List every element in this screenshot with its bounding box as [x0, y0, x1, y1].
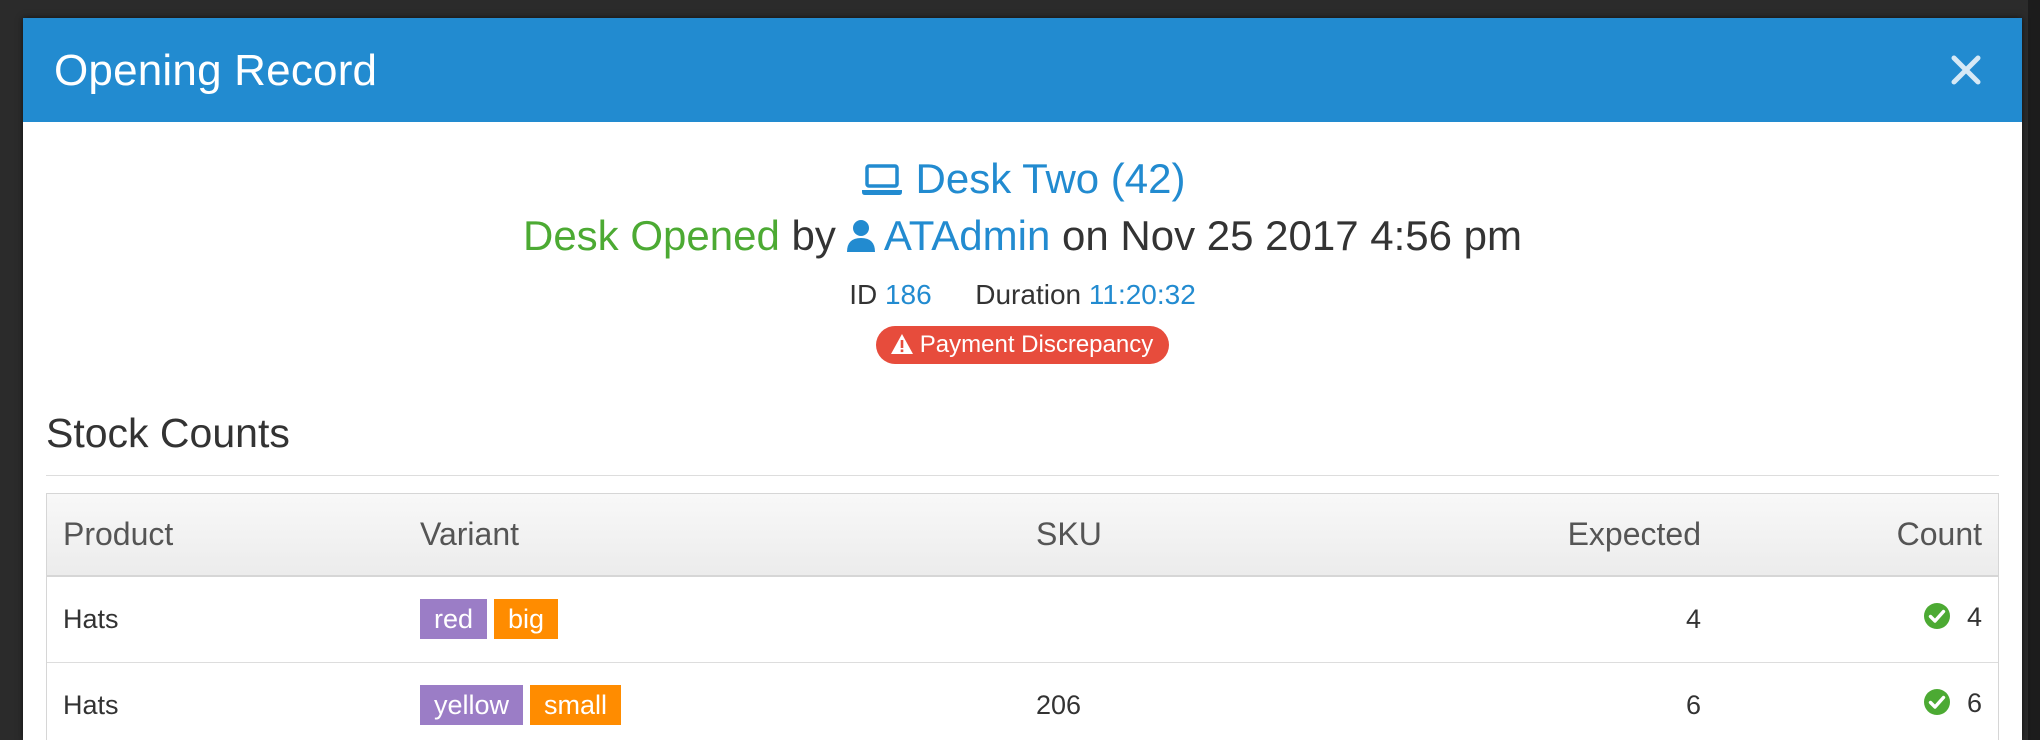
product-cell: Hats: [47, 575, 420, 662]
column-header-count[interactable]: Count: [1701, 494, 1998, 577]
warning-icon: [890, 329, 914, 367]
column-header-sku[interactable]: SKU: [1036, 494, 1406, 577]
variant-cell: yellow small: [420, 661, 1036, 740]
variant-cell: red big: [420, 575, 1036, 662]
opened-line: Desk Opened by ATAdmin on Nov 25 2017 4:…: [23, 206, 2022, 266]
table-row: Hats red big 4 4: [47, 575, 1998, 662]
badge-label: Payment Discrepancy: [919, 331, 1154, 358]
opened-datetime: on Nov 25 2017 4:56 pm: [1062, 212, 1522, 259]
column-header-expected[interactable]: Expected: [1406, 494, 1701, 577]
variant-tag: yellow: [420, 685, 524, 726]
check-circle-icon: [1923, 688, 1951, 723]
table-row: Hats yellow small 206 6 6: [47, 661, 1998, 740]
variant-tag: small: [530, 685, 622, 726]
record-summary: Desk Two (42) Desk Opened by ATAdmin on …: [23, 152, 2022, 366]
close-button[interactable]: [1938, 42, 1994, 98]
close-icon: [1951, 55, 1981, 85]
laptop-icon: [860, 156, 904, 210]
variant-tag: big: [494, 599, 559, 640]
id-label: ID: [849, 279, 878, 310]
modal-title: Opening Record: [54, 46, 378, 95]
user-icon: [846, 209, 876, 269]
user-link[interactable]: ATAdmin: [884, 212, 1050, 259]
section-title-stock-counts: Stock Counts: [46, 410, 1999, 476]
stock-counts-table: Product Variant SKU Expected Count Hats …: [46, 493, 1999, 740]
id-value: 186: [884, 279, 932, 310]
column-header-product[interactable]: Product: [47, 494, 420, 577]
sku-cell: [1036, 575, 1406, 662]
meta-line: ID 186 Duration 11:20:32: [23, 278, 2022, 312]
by-label: by: [791, 212, 836, 259]
count-cell: 4: [1701, 575, 1998, 662]
product-cell: Hats: [47, 661, 420, 740]
sku-cell: 206: [1036, 661, 1406, 740]
expected-cell: 4: [1406, 575, 1701, 662]
status-badge: Payment Discrepancy: [875, 326, 1170, 367]
count-value: 4: [1966, 601, 1982, 632]
status-text: Desk Opened: [522, 212, 780, 259]
opening-record-modal: Opening Record Desk Two (42) Desk Opened…: [23, 18, 2022, 740]
check-circle-icon: [1923, 602, 1951, 637]
backdrop-edge: [2028, 0, 2040, 740]
modal-header: Opening Record: [23, 18, 2022, 122]
column-header-variant[interactable]: Variant: [420, 494, 1036, 577]
expected-cell: 6: [1406, 661, 1701, 740]
duration-value: 11:20:32: [1088, 279, 1196, 310]
desk-link[interactable]: Desk Two (42): [23, 152, 2022, 206]
count-cell: 6: [1701, 661, 1998, 740]
duration-label: Duration: [975, 279, 1082, 310]
variant-tag: red: [420, 599, 488, 640]
desk-name: Desk Two (42): [915, 155, 1186, 202]
count-value: 6: [1966, 687, 1982, 718]
table-header-row: Product Variant SKU Expected Count: [47, 494, 1998, 577]
